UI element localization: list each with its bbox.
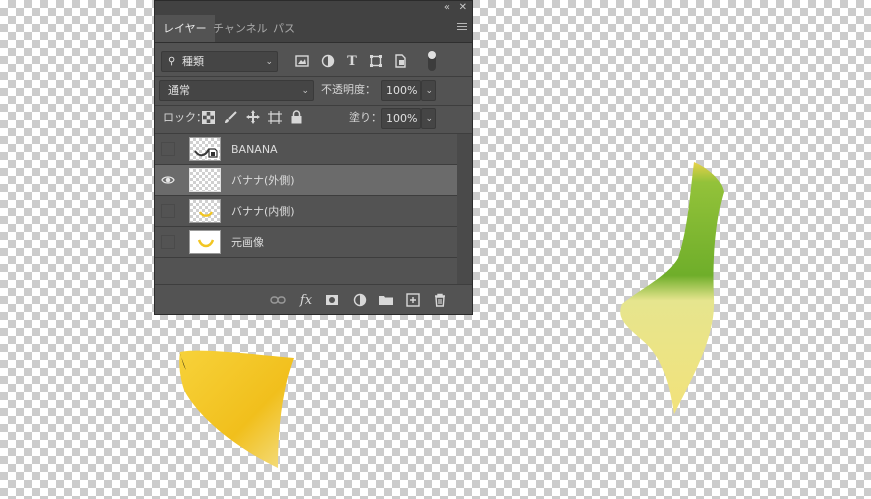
close-icon[interactable]: ✕ [459, 1, 467, 14]
layer-thumbnail [189, 137, 221, 161]
opacity-dropdown-button[interactable]: ⌄ [421, 80, 436, 101]
layer-name: BANANA [231, 143, 278, 156]
adjustment-icon[interactable] [351, 291, 369, 309]
smart-object-filter-icon[interactable] [393, 54, 407, 68]
banana-thumbnail-icon [198, 239, 214, 248]
fill-value: 100% [386, 112, 418, 125]
blend-mode-select[interactable]: 通常 ⌄ [159, 80, 314, 101]
visibility-toggle[interactable] [161, 204, 175, 218]
chevron-down-icon: ⌄ [301, 86, 309, 96]
banana-thumbnail-icon [199, 211, 213, 217]
link-icon[interactable] [269, 291, 287, 309]
layers-panel: « ✕ レイヤー チャンネル パス ⚲ 種類 ⌄ T 通常 ⌄ 不透明度： 10… [154, 0, 473, 315]
fill-dropdown-button[interactable]: ⌄ [421, 108, 436, 129]
lock-all-icon[interactable] [291, 110, 302, 124]
layer-thumbnail [189, 230, 221, 254]
layer-row[interactable]: バナナ(外側) [155, 165, 457, 196]
collapse-icon[interactable]: « [444, 1, 450, 14]
folder-icon[interactable] [377, 291, 395, 309]
filter-kind-label: 種類 [182, 55, 204, 68]
layers-scrollbar[interactable] [457, 134, 472, 284]
blend-mode-value: 通常 [168, 84, 190, 97]
fill-label: 塗り： [349, 111, 382, 124]
panel-tabs: レイヤー チャンネル パス [155, 15, 472, 43]
lock-label: ロック： [163, 111, 207, 124]
layer-row[interactable]: バナナ(内側) [155, 196, 457, 227]
layer-name: バナナ(外側) [231, 174, 295, 187]
type-filter-icon[interactable]: T [345, 52, 359, 70]
image-filter-icon[interactable] [295, 54, 309, 68]
fx-icon[interactable]: fx [297, 291, 315, 309]
fill-input[interactable]: 100% [381, 108, 421, 129]
lock-image-pixels-icon[interactable] [224, 111, 237, 124]
adjustment-filter-icon[interactable] [321, 54, 335, 68]
chevron-down-icon: ⌄ [425, 114, 433, 124]
lock-artboard-icon[interactable] [268, 111, 282, 124]
banana-piece-left [178, 350, 294, 468]
layer-thumbnail [189, 168, 221, 192]
new-layer-icon[interactable] [404, 291, 422, 309]
chevron-down-icon: ⌄ [265, 57, 273, 67]
panel-titlebar[interactable]: « ✕ [155, 1, 472, 15]
layer-name: バナナ(内側) [231, 205, 295, 218]
filter-toggle-switch[interactable] [428, 51, 436, 71]
eye-icon[interactable] [161, 174, 175, 186]
banana-thumbnail-icon [194, 148, 210, 157]
shape-filter-icon[interactable] [369, 54, 383, 68]
trash-icon[interactable] [431, 291, 449, 309]
tab-paths[interactable]: パス [265, 15, 303, 42]
layer-row[interactable]: BANANA [155, 134, 457, 165]
panel-footer: fx [155, 284, 472, 315]
layer-name: 元画像 [231, 236, 264, 249]
filter-kind-select[interactable]: ⚲ 種類 ⌄ [161, 51, 278, 72]
layer-row[interactable]: 元画像 [155, 227, 457, 258]
banana-piece-right [620, 162, 724, 414]
layer-thumbnail [189, 199, 221, 223]
lock-position-icon[interactable] [246, 110, 260, 124]
mask-icon[interactable] [323, 291, 341, 309]
opacity-label: 不透明度： [321, 83, 376, 96]
opacity-value: 100% [386, 84, 418, 97]
opacity-input[interactable]: 100% [381, 80, 421, 101]
visibility-toggle[interactable] [161, 235, 175, 249]
visibility-toggle[interactable] [161, 142, 175, 156]
filter-toggle-knob [428, 51, 436, 59]
chevron-down-icon: ⌄ [425, 86, 433, 96]
panel-menu-icon[interactable] [457, 23, 467, 32]
lock-transparent-pixels-icon[interactable] [202, 111, 215, 124]
search-icon: ⚲ [168, 56, 176, 67]
layers-list: BANANA バナナ(外側) バナナ(内側) 元画像 [155, 134, 457, 258]
